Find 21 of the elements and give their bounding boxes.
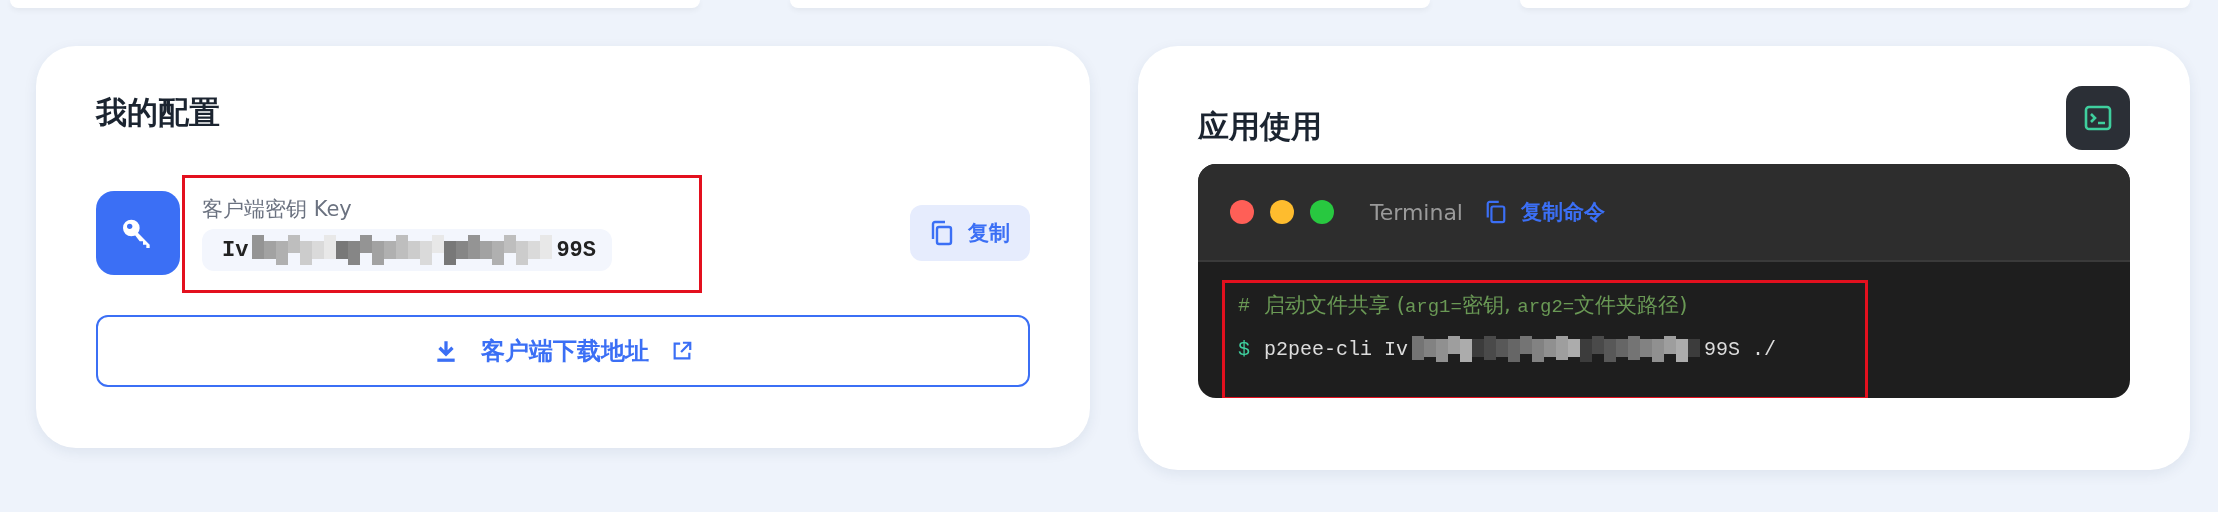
prompt-symbol: $ bbox=[1238, 337, 1250, 361]
close-dot-icon bbox=[1230, 200, 1254, 224]
maximize-dot-icon bbox=[1310, 200, 1334, 224]
terminal-icon bbox=[2084, 105, 2112, 131]
terminal-title: Terminal bbox=[1370, 199, 1463, 225]
minimize-dot-icon bbox=[1270, 200, 1294, 224]
copy-icon bbox=[1485, 199, 1507, 225]
command-text: 99S ./ bbox=[1704, 337, 1777, 361]
terminal-button[interactable] bbox=[2066, 86, 2130, 150]
copy-icon bbox=[930, 220, 954, 247]
card-title: 我的配置 bbox=[96, 94, 221, 132]
key-icon bbox=[96, 191, 180, 276]
download-button[interactable]: 客户端下载地址 bbox=[96, 315, 1030, 388]
card-title: 应用使用 bbox=[1198, 107, 1322, 146]
copy-command-button[interactable]: 复制命令 bbox=[1479, 197, 1611, 227]
comment-mark: # bbox=[1238, 293, 1250, 317]
code-comment: 启动文件共享 (arg1=密钥, arg2=文件夹路径) bbox=[1264, 292, 1688, 319]
key-field: Iv 99S bbox=[202, 229, 612, 272]
copy-button[interactable]: 复制 bbox=[910, 205, 1030, 262]
command-text: p2pee-cli Iv bbox=[1264, 337, 1409, 361]
field-label: 客户端密钥 Key bbox=[202, 196, 353, 224]
